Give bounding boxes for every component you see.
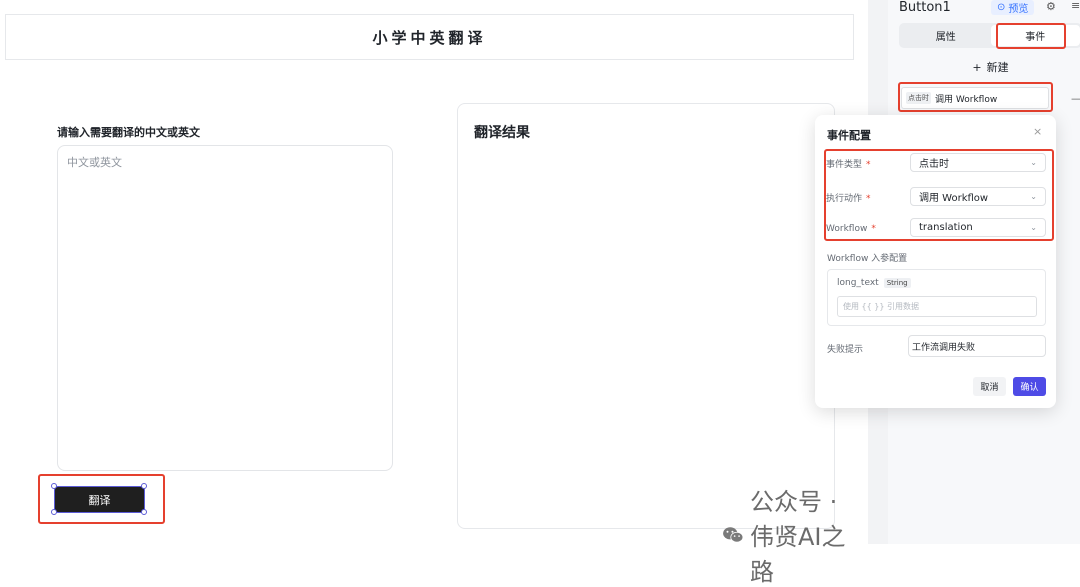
watermark: 公众号 · 伟贤AI之路 xyxy=(722,482,868,587)
source-text-input[interactable]: 中文或英文 xyxy=(57,145,393,471)
resize-handle[interactable] xyxy=(51,509,57,515)
param-value-input[interactable]: 使用 {{ }} 引用数据 xyxy=(837,296,1037,317)
modal-title: 事件配置 xyxy=(827,127,871,143)
resize-handle[interactable] xyxy=(141,483,147,489)
field-label: 事件类型* xyxy=(826,157,871,170)
event-action: 调用 Workflow xyxy=(935,92,997,105)
gear-icon[interactable]: ⚙ xyxy=(1046,0,1056,13)
new-label: 新建 xyxy=(987,59,1009,75)
input-label: 请输入需要翻译的中文或英文 xyxy=(57,124,200,140)
fail-value: 工作流调用失败 xyxy=(912,340,975,353)
remove-event-icon[interactable]: — xyxy=(1071,92,1080,105)
watermark-text: 公众号 · 伟贤AI之路 xyxy=(750,482,868,587)
result-card: 翻译结果 xyxy=(457,103,835,529)
result-title: 翻译结果 xyxy=(474,122,818,142)
chevron-down-icon: ⌄ xyxy=(1030,158,1037,167)
page-title: 小学中英翻译 xyxy=(372,27,486,48)
workflow-select[interactable]: translation ⌄ xyxy=(910,218,1046,237)
preview-label: 预览 xyxy=(1008,0,1028,15)
params-section-title: Workflow 入参配置 xyxy=(827,251,907,264)
event-type-select[interactable]: 点击时 ⌄ xyxy=(910,153,1046,172)
fail-label: 失败提示 xyxy=(827,342,863,355)
select-value: translation xyxy=(919,222,973,233)
wechat-icon xyxy=(722,519,744,551)
chevron-down-icon: ⌄ xyxy=(1030,192,1037,201)
fail-message-input[interactable]: 工作流调用失败 xyxy=(908,335,1046,357)
confirm-button[interactable]: 确认 xyxy=(1013,377,1046,396)
tab-events[interactable]: 事件 xyxy=(991,25,1080,46)
play-icon: ⊙ xyxy=(997,2,1005,13)
translate-button[interactable]: 翻译 xyxy=(54,486,145,513)
preview-button[interactable]: ⊙ 预览 xyxy=(991,0,1034,15)
app-canvas: 小学中英翻译 请输入需要翻译的中文或英文 中文或英文 翻译结果 翻译 公众号 ·… xyxy=(0,0,868,544)
action-select[interactable]: 调用 Workflow ⌄ xyxy=(910,187,1046,206)
chevron-down-icon: ⌄ xyxy=(1030,223,1037,232)
field-label: 执行动作* xyxy=(826,191,871,204)
tab-properties[interactable]: 属性 xyxy=(901,25,991,46)
header-container: 小学中英翻译 xyxy=(5,14,854,60)
close-icon[interactable]: × xyxy=(1033,125,1042,138)
plus-icon: + xyxy=(972,61,981,74)
param-box: long_text String 使用 {{ }} 引用数据 xyxy=(827,269,1046,326)
resize-handle[interactable] xyxy=(51,483,57,489)
param-type-badge: String xyxy=(884,278,911,288)
component-name: Button1 xyxy=(899,0,951,15)
select-value: 点击时 xyxy=(919,155,949,170)
event-trigger-tag: 点击时 xyxy=(906,92,931,104)
event-item[interactable]: 点击时 调用 Workflow xyxy=(901,87,1049,109)
param-name: long_text String xyxy=(837,278,911,288)
resize-handle[interactable] xyxy=(141,509,147,515)
new-event-button[interactable]: + 新建 xyxy=(899,55,1080,79)
input-placeholder: 中文或英文 xyxy=(67,156,122,169)
select-value: 调用 Workflow xyxy=(919,189,988,204)
menu-icon[interactable]: ≡ xyxy=(1071,0,1080,12)
event-config-modal: 事件配置 × 事件类型* 点击时 ⌄ 执行动作* 调用 Workflow ⌄ W… xyxy=(815,115,1056,408)
panel-tabs: 属性 事件 xyxy=(899,23,1080,48)
param-placeholder: 使用 {{ }} 引用数据 xyxy=(843,301,919,312)
field-label: Workflow* xyxy=(826,224,876,234)
cancel-button[interactable]: 取消 xyxy=(973,377,1006,396)
